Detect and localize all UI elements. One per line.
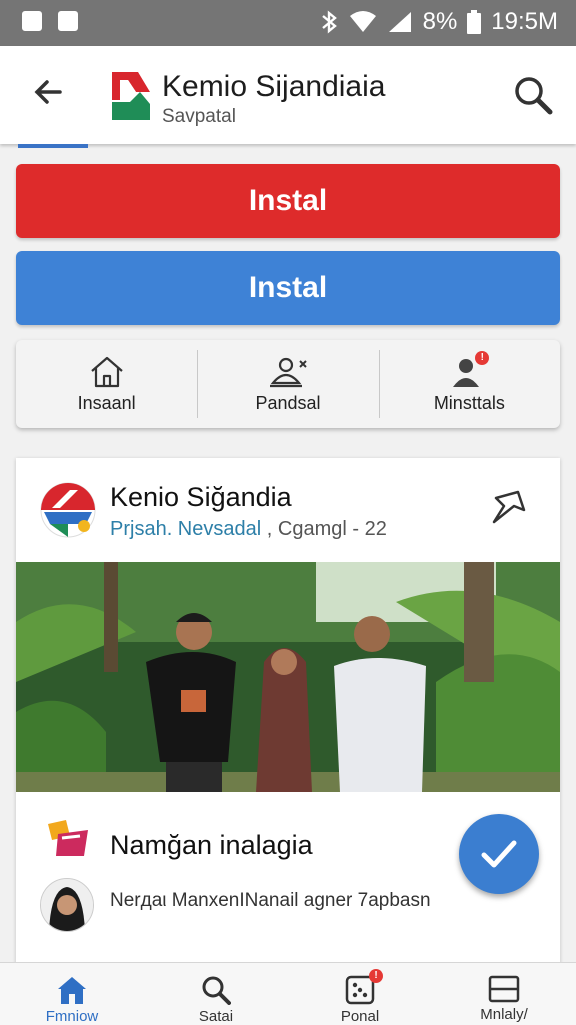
app-logo [112, 72, 150, 120]
promo-icon [48, 820, 88, 856]
post-card[interactable]: Kenio Siğandia Prjsah. Nevsadal , Cgamgl… [16, 458, 560, 978]
meta-separator: , [266, 518, 273, 540]
post-meta: Prjsah. Nevsadal , Cgamgl - 22 [110, 518, 387, 541]
status-bar: 8% 19:5M [0, 0, 576, 46]
quick-action-home[interactable]: Insaanl [16, 340, 197, 428]
bluetooth-icon [321, 10, 337, 34]
nav-item-home[interactable]: Fmniow [0, 963, 144, 1025]
promo-title: Namğan inalagia [110, 830, 313, 860]
install-button-secondary[interactable]: Instal [16, 251, 560, 325]
battery-icon [467, 10, 482, 34]
window-icon [488, 975, 520, 1003]
wifi-icon [349, 11, 376, 32]
notification-badge: ! [369, 969, 383, 983]
signal-icon [388, 12, 411, 32]
person-badge-icon: ! [451, 350, 490, 389]
quick-action-label: Minsttals [433, 392, 505, 413]
notification-icon [22, 11, 42, 31]
quick-action-label: Pandsal [255, 392, 321, 413]
post-date: Cgamgl - 22 [277, 518, 387, 540]
notification-badge: ! [475, 350, 490, 365]
quick-actions: Insaanl Pandsal ! Minsttals [16, 340, 560, 428]
app-bar: Kemio Sijandiaia Savpatal [0, 46, 576, 144]
nav-label: Mnlaly/ [480, 1006, 528, 1023]
check-icon [481, 840, 517, 868]
search-icon[interactable] [512, 74, 554, 116]
install-button-primary[interactable]: Instal [16, 164, 560, 238]
nav-item-games[interactable]: ! Ponal [288, 963, 432, 1025]
page-title: Kemio Sijandiaia [162, 70, 386, 103]
back-arrow-icon[interactable] [30, 74, 66, 110]
tab-indicator [18, 144, 88, 148]
avatar[interactable] [40, 878, 94, 932]
nav-label: Ponal [340, 1008, 380, 1025]
dice-icon: ! [345, 969, 383, 1005]
quick-action-people[interactable]: Pandsal [197, 340, 378, 428]
battery-level: 8% [422, 8, 458, 35]
post-source[interactable]: Prjsah. Nevsadal [110, 518, 261, 540]
nav-label: Fmniow [45, 1008, 99, 1025]
post-photo [16, 562, 560, 792]
page-subtitle: Savpatal [162, 106, 236, 127]
search-icon [202, 976, 231, 1005]
post-title: Kenio Siğandia [110, 482, 292, 512]
nav-label: Satai [198, 1008, 234, 1025]
home-icon [58, 977, 86, 1004]
quick-action-members[interactable]: ! Minsttals [378, 340, 560, 428]
notification-icon [58, 11, 78, 31]
nav-item-more[interactable]: Mnlaly/ [432, 963, 576, 1025]
confirm-fab[interactable] [459, 814, 539, 894]
brand-logo [40, 482, 96, 538]
home-icon [90, 356, 123, 387]
bottom-navigation: Fmniow Satai ! Ponal Mnlaly/ [0, 962, 576, 1025]
comment-text: Nerдaι ManхenΙNanail agner 7apbasn [110, 890, 431, 911]
nav-item-search[interactable]: Satai [144, 963, 288, 1025]
clock: 19:5M [491, 8, 558, 35]
quick-action-label: Insaanl [77, 392, 136, 413]
people-icon [269, 357, 307, 387]
share-icon[interactable] [490, 488, 528, 526]
